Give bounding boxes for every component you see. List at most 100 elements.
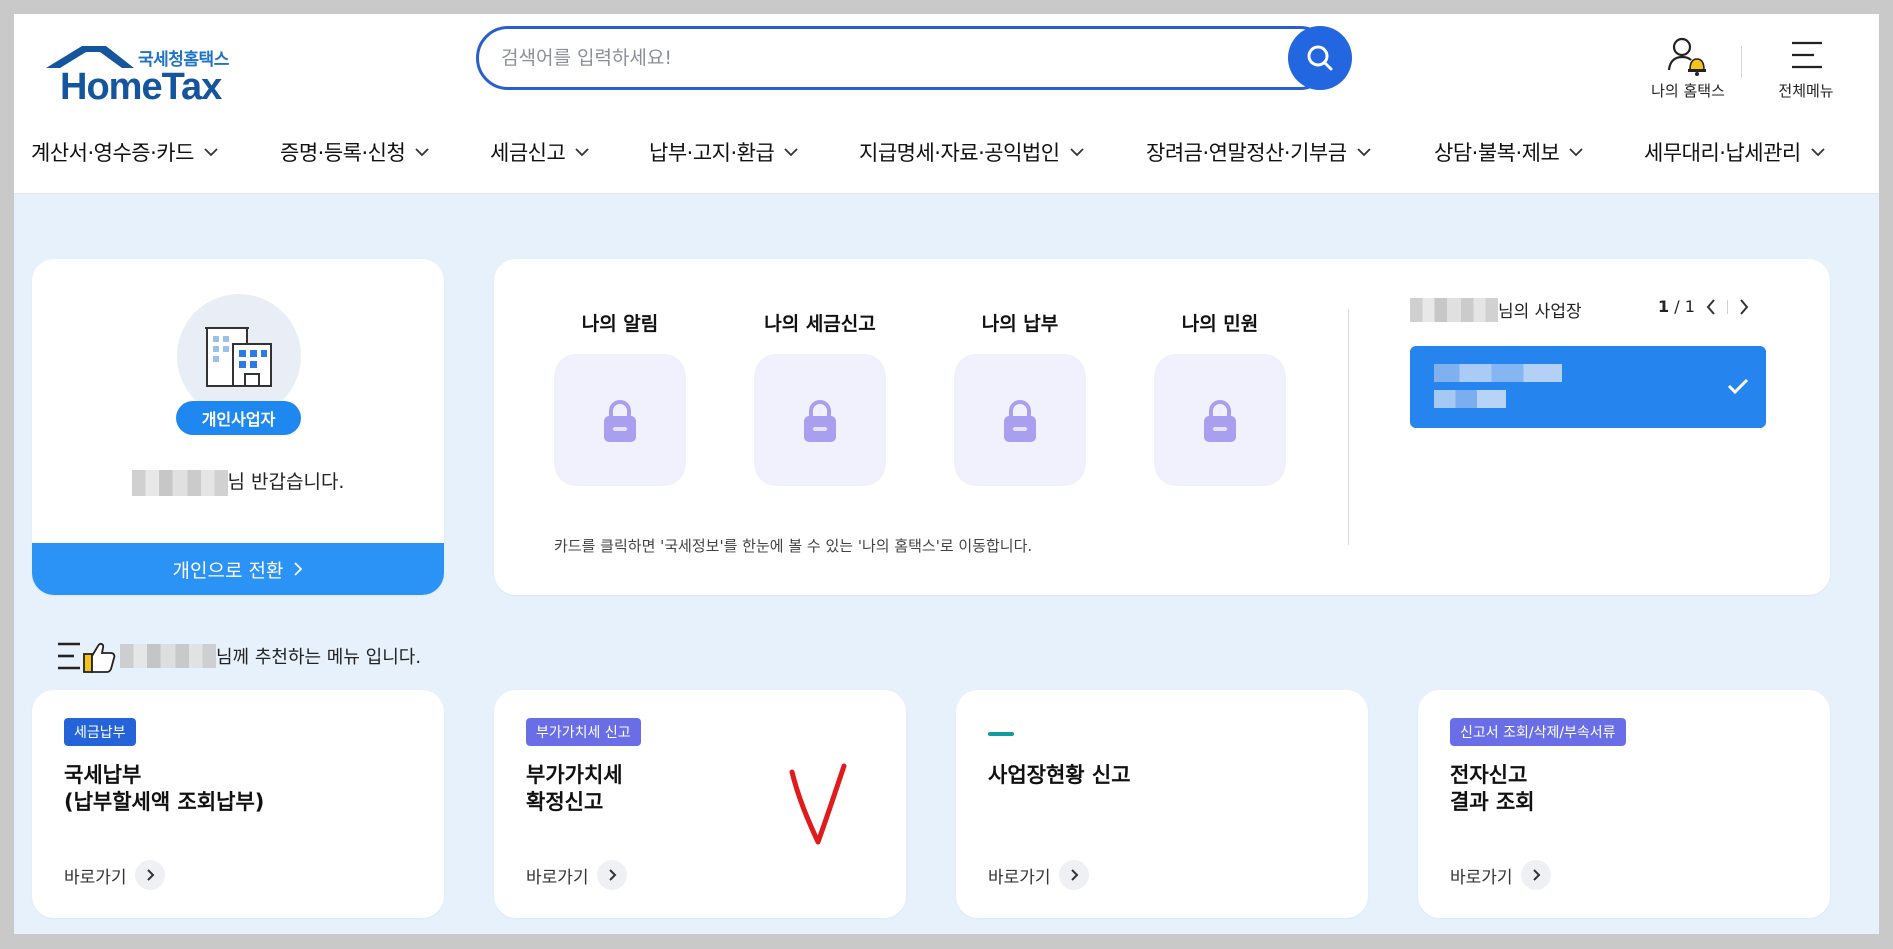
go-link[interactable]: 바로가기 <box>64 860 165 890</box>
chevron-left-icon[interactable] <box>1705 298 1717 316</box>
go-label: 바로가기 <box>1450 867 1513 888</box>
search-input[interactable] <box>501 43 1281 73</box>
redacted-name <box>120 644 216 668</box>
search-bar <box>476 26 1354 90</box>
redacted-name <box>131 469 228 496</box>
nav-item-consulting[interactable]: 상담·불복·제보 <box>1434 132 1583 172</box>
go-label: 바로가기 <box>526 867 589 888</box>
page-frame: 국세청홈택스 HomeTax 나의 홈택스 <box>14 14 1879 934</box>
tile-title: 나의 민원 <box>1181 313 1259 335</box>
all-menu-button[interactable]: 전체메뉴 <box>1766 26 1846 102</box>
profile-card: 개인사업자 님 반갑습니다. 개인으로 전환 <box>32 259 444 595</box>
nav-item-label: 세금신고 <box>490 141 566 165</box>
main-nav: 계산서·영수증·카드 증명·등록·신청 세금신고 납부·고지·환급 지급명세·자… <box>14 132 1879 172</box>
logo-title: HomeTax <box>60 66 222 108</box>
chevron-right-icon[interactable] <box>1738 298 1750 316</box>
header-divider <box>1741 46 1742 78</box>
chevron-down-icon <box>1069 147 1084 157</box>
recommend-title-suffix: 님께 추천하는 메뉴 입니다. <box>216 647 422 668</box>
chevron-down-icon <box>575 147 589 157</box>
switch-to-personal-button[interactable]: 개인으로 전환 <box>32 543 444 595</box>
chevron-down-icon <box>1811 147 1825 157</box>
tile-my-notifications[interactable]: 나의 알림 <box>554 309 686 486</box>
thumbs-up-list-icon <box>54 638 116 674</box>
tile-my-petitions[interactable]: 나의 민원 <box>1154 309 1286 486</box>
nav-item-label: 상담·불복·제보 <box>1434 141 1560 165</box>
switch-label: 개인으로 전환 <box>172 559 284 582</box>
search-button[interactable] <box>1288 26 1352 90</box>
role-badge: 개인사업자 <box>176 401 301 435</box>
go-link[interactable]: 바로가기 <box>988 860 1089 890</box>
summary-note: 카드를 클릭하면 '국세정보'를 한눈에 볼 수 있는 '나의 홈택스'로 이동… <box>554 537 1033 555</box>
check-icon <box>1727 378 1749 395</box>
nav-item-label: 세무대리·납세관리 <box>1644 141 1801 165</box>
lock-icon <box>604 400 636 442</box>
nav-item-label: 계산서·영수증·카드 <box>31 141 194 165</box>
nav-item-incentives[interactable]: 장려금·연말정산·기부금 <box>1146 132 1371 172</box>
go-label: 바로가기 <box>64 867 127 888</box>
chevron-down-icon <box>1569 147 1583 157</box>
lock-icon <box>1004 400 1036 442</box>
lock-tile[interactable] <box>554 354 686 486</box>
chevron-right-icon <box>134 860 165 890</box>
lock-tile[interactable] <box>954 354 1086 486</box>
nav-item-label: 장려금·연말정산·기부금 <box>1146 141 1347 165</box>
greeting-suffix: 님 반갑습니다. <box>227 471 345 493</box>
menu-tag: 부가가치세 신고 <box>526 718 641 746</box>
go-link[interactable]: 바로가기 <box>526 860 627 890</box>
nav-item-label: 납부·고지·환급 <box>649 141 775 165</box>
chevron-down-icon <box>415 147 429 157</box>
nav-item-invoice[interactable]: 계산서·영수증·카드 <box>31 132 218 172</box>
business-pager: 1 / 1 <box>1658 297 1750 316</box>
avatar <box>177 294 301 418</box>
redacted-business-name <box>1434 364 1562 382</box>
page-total: / 1 <box>1674 297 1695 316</box>
lock-icon <box>804 400 836 442</box>
nav-item-tax-return[interactable]: 세금신고 <box>490 132 589 172</box>
page-current: 1 <box>1658 297 1670 316</box>
business-selected-item[interactable] <box>1410 346 1766 428</box>
redacted-name <box>1410 297 1498 322</box>
tile-my-payments[interactable]: 나의 납부 <box>954 309 1086 486</box>
nav-item-payment[interactable]: 납부·고지·환급 <box>649 132 798 172</box>
menu-name: 전자신고 결과 조회 <box>1450 763 1535 814</box>
menu-tag: 신고서 조회/삭제/부속서류 <box>1450 718 1626 746</box>
go-link[interactable]: 바로가기 <box>1450 860 1551 890</box>
tile-title: 나의 알림 <box>581 313 659 335</box>
chevron-down-icon <box>204 147 218 157</box>
greeting-text: 님 반갑습니다. <box>32 467 444 496</box>
tile-my-tax-returns[interactable]: 나의 세금신고 <box>754 309 886 486</box>
nav-item-tax-agent[interactable]: 세무대리·납세관리 <box>1644 132 1825 172</box>
chevron-right-icon <box>293 561 303 577</box>
search-icon <box>1307 45 1333 71</box>
search-box <box>476 26 1332 90</box>
chevron-down-icon <box>784 147 798 157</box>
hometax-logo[interactable]: 국세청홈택스 HomeTax <box>30 28 230 108</box>
building-icon <box>205 327 272 387</box>
recommend-card-business-status[interactable]: 사업장현황 신고 바로가기 <box>956 690 1368 918</box>
chevron-right-icon <box>1058 860 1089 890</box>
menu-tag: 세금납부 <box>64 718 136 746</box>
hamburger-icon <box>1792 41 1822 69</box>
pager-divider <box>1726 299 1728 314</box>
tile-title: 나의 납부 <box>981 313 1059 335</box>
my-summary-card: 나의 알림 나의 세금신고 나의 납부 나의 민원 카드를 클릭하면 '국세정보… <box>494 259 1830 595</box>
recommend-card-e-filing-result[interactable]: 신고서 조회/삭제/부속서류 전자신고 결과 조회 바로가기 <box>1418 690 1830 918</box>
chevron-down-icon <box>1356 147 1371 157</box>
go-label: 바로가기 <box>988 867 1051 888</box>
lock-tile[interactable] <box>1154 354 1286 486</box>
my-hometax-label: 나의 홈택스 <box>1651 82 1725 100</box>
redacted-business-number <box>1434 390 1506 408</box>
nav-item-certificate[interactable]: 증명·등록·신청 <box>280 132 429 172</box>
all-menu-label: 전체메뉴 <box>1778 82 1834 100</box>
red-check-annotation-icon <box>789 763 847 845</box>
menu-name: 국세납부 (납부할세액 조회납부) <box>64 763 265 814</box>
my-hometax-button[interactable]: 나의 홈택스 <box>1640 26 1736 102</box>
business-header: 님의 사업장 <box>1410 297 1582 322</box>
nav-item-label: 증명·등록·신청 <box>280 141 406 165</box>
recommend-card-national-tax-payment[interactable]: 세금납부 국세납부 (납부할세액 조회납부) 바로가기 <box>32 690 444 918</box>
nav-item-statements[interactable]: 지급명세·자료·공익법인 <box>859 132 1084 172</box>
lock-tile[interactable] <box>754 354 886 486</box>
recommend-title: 님께 추천하는 메뉴 입니다. <box>54 634 421 678</box>
chevron-right-icon <box>1520 860 1551 890</box>
